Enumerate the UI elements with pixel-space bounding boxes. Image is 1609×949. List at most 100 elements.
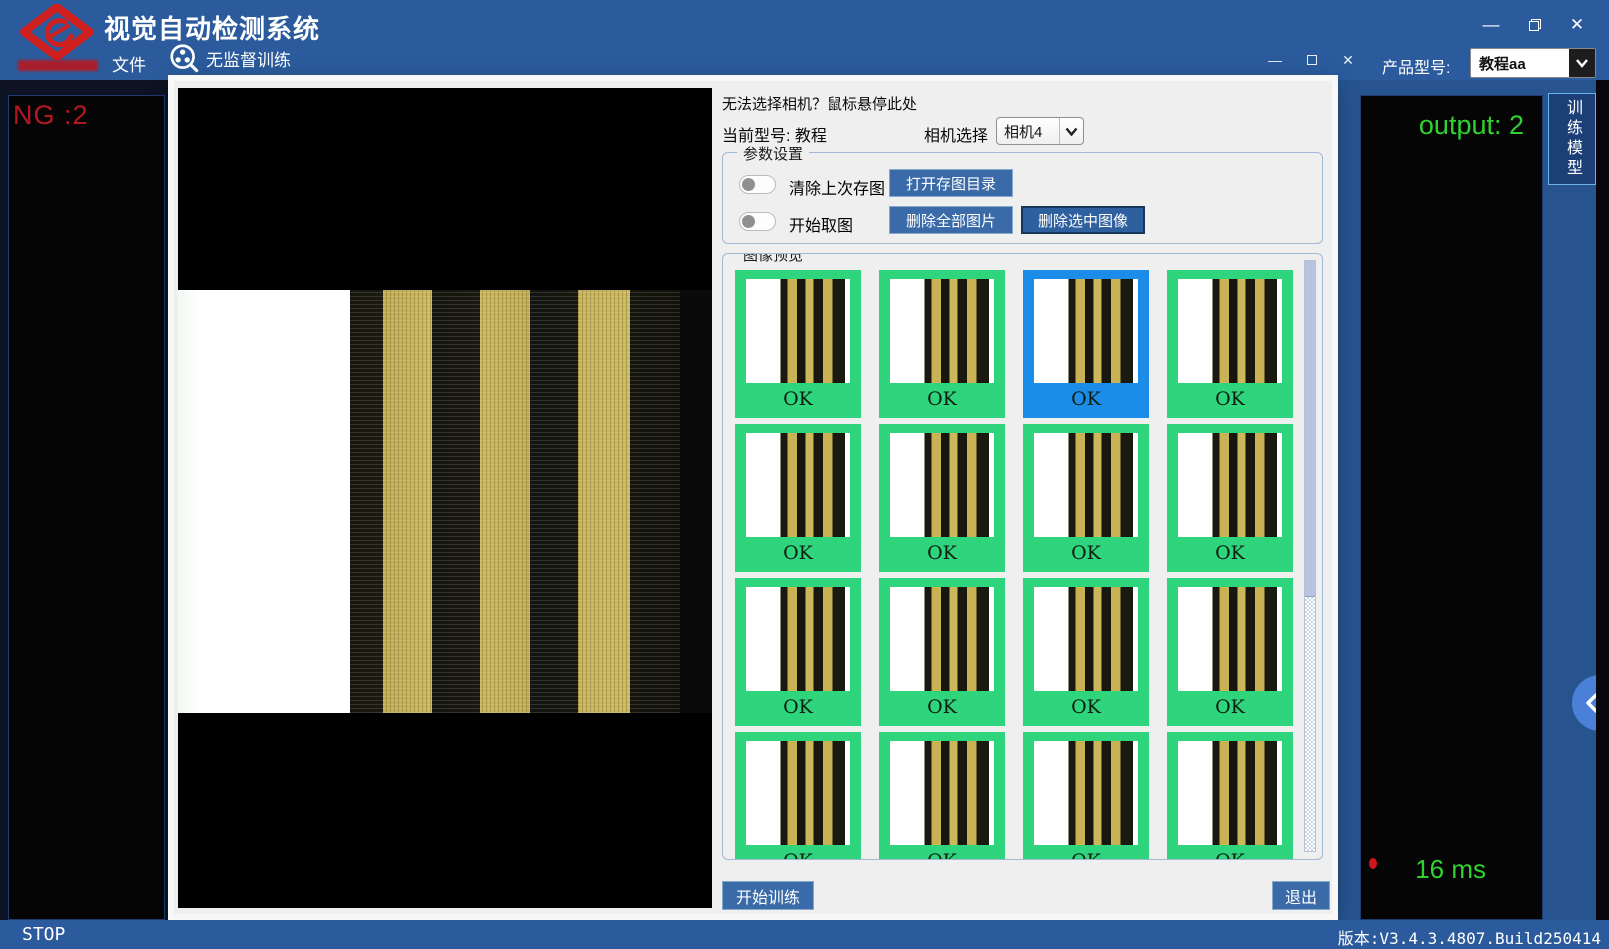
toggle-knob xyxy=(742,215,755,228)
tile-status-label: OK xyxy=(735,850,861,860)
tile-status-label: OK xyxy=(1023,850,1149,860)
training-dialog: 无法选择相机？鼠标悬停此处 当前型号: 教程 相机选择 相机4 参数设置 清除上… xyxy=(174,81,1332,914)
left-camera-panel: NG :2 xyxy=(8,95,165,920)
preview-tile[interactable]: OK xyxy=(1023,270,1149,418)
fabric-sample-image xyxy=(178,290,712,713)
camera-select-dropdown[interactable]: 相机4 xyxy=(996,117,1084,145)
image-preview-group: 图像预览 OK OK OK OK OK OK OK OK OK OK OK OK… xyxy=(722,253,1323,860)
tile-status-label: OK xyxy=(1023,542,1149,564)
open-save-directory-button[interactable]: 打开存图目录 xyxy=(889,169,1013,197)
clear-last-images-label: 清除上次存图 xyxy=(789,175,885,199)
restore-icon[interactable] xyxy=(1520,12,1550,38)
tile-status-label: OK xyxy=(735,696,861,718)
preview-thumbnail xyxy=(746,433,850,537)
preview-tile[interactable]: OK xyxy=(1167,424,1293,572)
parameter-settings-title: 参数设置 xyxy=(737,143,809,164)
preview-tile[interactable]: OK xyxy=(1023,424,1149,572)
preview-thumbnail xyxy=(1178,433,1282,537)
app-title: 视觉自动检测系统 xyxy=(104,9,320,46)
tile-status-label: OK xyxy=(879,696,1005,718)
preview-thumbnail xyxy=(890,433,994,537)
preview-tile[interactable]: OK xyxy=(879,424,1005,572)
preview-thumbnail xyxy=(1034,279,1138,383)
title-bar: 视觉自动检测系统 文件 无监督训练 — ✕ — ✕ 产品型号: 教程aa xyxy=(0,0,1609,80)
menu-item-file[interactable]: 文件 xyxy=(112,51,146,76)
product-model-label: 产品型号: xyxy=(1382,54,1450,78)
product-model-value: 教程aa xyxy=(1471,53,1569,74)
preview-tile[interactable]: OK xyxy=(735,732,861,860)
tile-status-label: OK xyxy=(1023,388,1149,410)
preview-tile[interactable]: OK xyxy=(1167,732,1293,860)
minimize-icon[interactable]: — xyxy=(1476,12,1506,38)
menu-item-unsupervised-label: 无监督训练 xyxy=(206,46,291,71)
red-marker-dot xyxy=(1369,858,1377,869)
dialog-maximize-icon[interactable] xyxy=(1300,50,1324,70)
preview-thumbnail xyxy=(746,587,850,691)
image-preview-title: 图像预览 xyxy=(737,253,809,265)
preview-thumbnail xyxy=(890,279,994,383)
preview-thumbnail xyxy=(890,741,994,845)
output-count-label: output: 2 xyxy=(1419,110,1524,141)
preview-tile[interactable]: OK xyxy=(735,578,861,726)
preview-tile[interactable]: OK xyxy=(1167,270,1293,418)
preview-tile[interactable]: OK xyxy=(1023,578,1149,726)
exit-button[interactable]: 退出 xyxy=(1272,881,1330,910)
camera-live-view xyxy=(178,88,712,908)
restore-glyph xyxy=(1529,19,1541,31)
preview-tile[interactable]: OK xyxy=(879,732,1005,860)
screen-right-edge xyxy=(1596,80,1609,920)
preview-tile[interactable]: OK xyxy=(1023,732,1149,860)
camera-select-value: 相机4 xyxy=(997,121,1059,142)
preview-thumbnail xyxy=(1034,741,1138,845)
tile-status-label: OK xyxy=(1167,542,1293,564)
tile-status-label: OK xyxy=(879,388,1005,410)
dialog-close-icon[interactable]: ✕ xyxy=(1336,50,1360,70)
product-model-select[interactable]: 教程aa xyxy=(1470,48,1596,78)
menu-item-unsupervised-training[interactable]: 无监督训练 xyxy=(168,42,291,74)
parameter-settings-group: 参数设置 清除上次存图 打开存图目录 开始取图 删除全部图片 删除选中图像 xyxy=(722,152,1323,244)
start-capture-label: 开始取图 xyxy=(789,212,853,236)
tile-status-label: OK xyxy=(1023,696,1149,718)
logo-subtext xyxy=(18,60,98,71)
run-state-label: STOP xyxy=(22,924,65,945)
preview-thumbnail xyxy=(890,587,994,691)
preview-tile[interactable]: OK xyxy=(735,424,861,572)
start-capture-toggle[interactable] xyxy=(739,212,776,231)
preview-thumbnail xyxy=(1178,741,1282,845)
chevron-down-icon xyxy=(1059,118,1083,144)
preview-thumbnail xyxy=(1178,279,1282,383)
unsupervised-training-icon xyxy=(168,42,200,74)
tile-status-label: OK xyxy=(1167,850,1293,860)
camera-select-label: 相机选择 xyxy=(924,122,988,146)
cycle-time-label: 16 ms xyxy=(1415,854,1486,885)
tile-status-label: OK xyxy=(879,542,1005,564)
preview-tile[interactable]: OK xyxy=(879,270,1005,418)
preview-scrollbar[interactable] xyxy=(1304,260,1316,852)
preview-grid: OK OK OK OK OK OK OK OK OK OK OK OK OK O… xyxy=(735,270,1293,860)
preview-thumbnail xyxy=(1178,587,1282,691)
chevron-down-icon xyxy=(1569,49,1595,77)
dialog-minimize-icon[interactable]: — xyxy=(1263,50,1287,70)
preview-tile[interactable]: OK xyxy=(735,270,861,418)
train-model-button[interactable]: 训练模型 xyxy=(1548,93,1596,185)
tile-status-label: OK xyxy=(879,850,1005,860)
tile-status-label: OK xyxy=(1167,696,1293,718)
preview-thumbnail xyxy=(746,279,850,383)
ng-count-label: NG :2 xyxy=(13,100,89,131)
version-label: 版本:V3.4.3.4807.Build250414 xyxy=(1338,925,1601,949)
scrollbar-thumb[interactable] xyxy=(1305,261,1315,597)
preview-tile[interactable]: OK xyxy=(1167,578,1293,726)
preview-thumbnail xyxy=(1034,433,1138,537)
tile-status-label: OK xyxy=(735,542,861,564)
clear-last-images-toggle[interactable] xyxy=(739,175,776,194)
toggle-knob xyxy=(742,178,755,191)
start-training-button[interactable]: 开始训练 xyxy=(722,881,814,910)
delete-all-images-button[interactable]: 删除全部图片 xyxy=(889,206,1013,234)
preview-tile[interactable]: OK xyxy=(879,578,1005,726)
logo-icon xyxy=(20,4,94,60)
delete-selected-images-button[interactable]: 删除选中图像 xyxy=(1021,206,1145,234)
tile-status-label: OK xyxy=(735,388,861,410)
close-icon[interactable]: ✕ xyxy=(1562,12,1592,38)
status-bar: STOP 版本:V3.4.3.4807.Build250414 xyxy=(0,920,1609,949)
fabric-texture xyxy=(350,290,680,713)
